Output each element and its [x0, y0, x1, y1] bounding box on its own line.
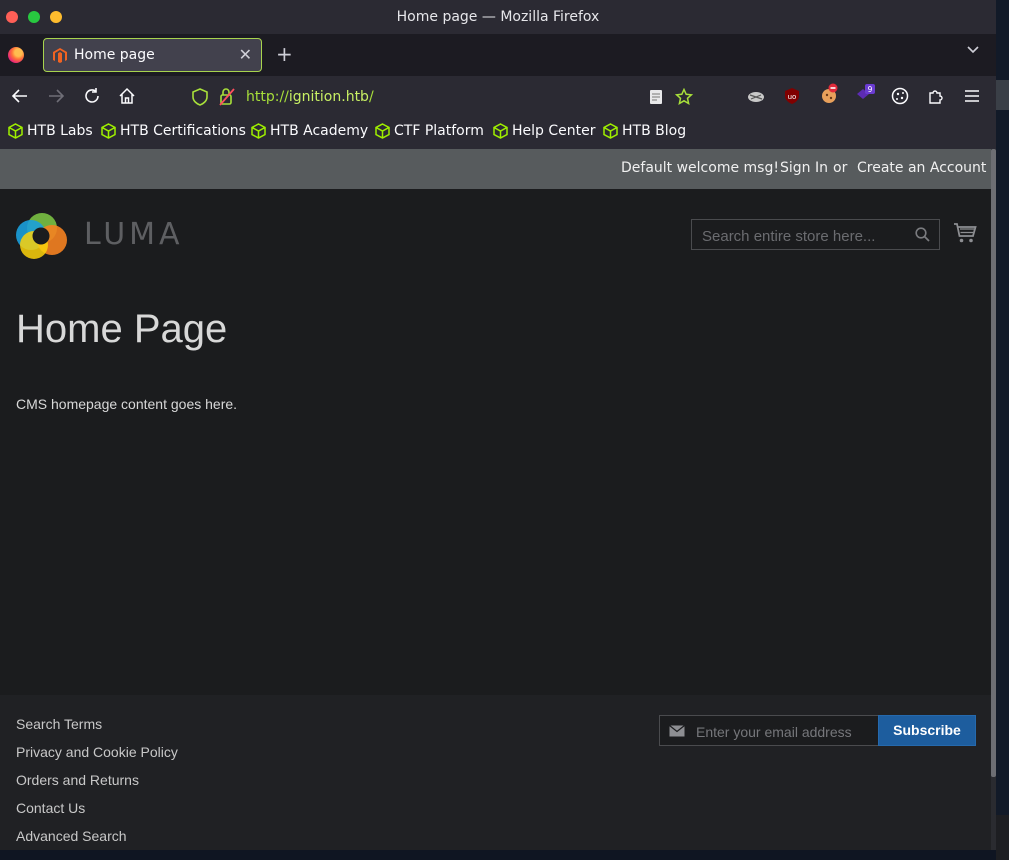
bookmark-star-icon[interactable]	[675, 88, 693, 106]
mail-icon	[669, 725, 685, 737]
cookie-autodelete-icon[interactable]	[819, 83, 839, 105]
svg-text:uo: uo	[788, 93, 797, 101]
web-page: Default welcome msg! Sign In or Create a…	[0, 149, 991, 850]
close-tab-icon[interactable]: ✕	[239, 45, 252, 64]
background-window-scrollbar	[996, 80, 1009, 110]
insecure-lock-icon[interactable]	[218, 87, 236, 107]
bookmark-ctf-platform[interactable]: CTF Platform	[375, 123, 484, 139]
url-path: /	[368, 89, 374, 105]
wappalyzer-extension-icon[interactable]: 9	[855, 82, 877, 104]
new-tab-button[interactable]: +	[276, 42, 293, 66]
bookmarks-toolbar: HTB Labs HTB Certifications HTB Academy …	[0, 118, 996, 149]
page-title: Home Page	[16, 307, 228, 351]
htb-cube-icon	[375, 123, 390, 139]
title-bar: Home page — Mozilla Firefox	[0, 0, 996, 34]
htb-cube-icon	[251, 123, 266, 139]
create-account-link[interactable]: Create an Account	[857, 160, 986, 176]
navigation-bar: http://ignition.htb/ uo 9	[0, 76, 996, 118]
store-search-box	[691, 219, 940, 250]
forward-icon[interactable]	[47, 87, 65, 105]
ublock-origin-icon[interactable]: uo	[783, 87, 801, 105]
foxyproxy-extension-icon[interactable]	[747, 87, 765, 105]
bookmark-label: HTB Blog	[622, 123, 687, 139]
list-all-tabs-icon[interactable]	[966, 45, 980, 55]
extension-badge-count: 9	[868, 85, 873, 94]
footer-link-privacy-policy[interactable]: Privacy and Cookie Policy	[16, 744, 178, 760]
newsletter-box	[659, 715, 879, 746]
bookmark-htb-academy[interactable]: HTB Academy	[251, 123, 368, 139]
reload-icon[interactable]	[83, 87, 101, 105]
htb-cube-icon	[101, 123, 116, 139]
shopping-cart-icon[interactable]	[953, 222, 977, 244]
store-header-panel: Default welcome msg! Sign In or Create a…	[0, 149, 991, 189]
page-footer: Search Terms Privacy and Cookie Policy O…	[0, 695, 991, 850]
bookmark-help-center[interactable]: Help Center	[493, 123, 596, 139]
url-text[interactable]: http://ignition.htb/	[246, 89, 374, 105]
tab-label: Home page	[74, 47, 155, 63]
application-menu-icon[interactable]	[963, 87, 981, 105]
bookmark-htb-blog[interactable]: HTB Blog	[603, 123, 686, 139]
tab-home-page[interactable]: Home page ✕	[43, 38, 262, 72]
luma-logo-text[interactable]: LUMA	[84, 217, 184, 252]
bookmark-label: HTB Academy	[270, 123, 369, 139]
htb-cube-icon	[8, 123, 23, 139]
bookmark-htb-certifications[interactable]: HTB Certifications	[101, 123, 246, 139]
firefox-window: Home page — Mozilla Firefox Home page ✕ …	[0, 0, 996, 850]
store-search-input[interactable]	[700, 224, 904, 248]
background-window-lower-edge	[996, 815, 1009, 860]
url-bar[interactable]: http://ignition.htb/	[188, 80, 726, 114]
url-host: ignition.htb	[288, 89, 369, 105]
tab-strip: Home page ✕ +	[0, 34, 996, 76]
reader-view-icon[interactable]	[649, 89, 663, 105]
background-window-edge	[996, 0, 1009, 860]
sign-in-link[interactable]: Sign In	[780, 160, 828, 176]
footer-link-search-terms[interactable]: Search Terms	[16, 716, 102, 732]
bookmark-htb-labs[interactable]: HTB Labs	[8, 123, 93, 139]
bookmark-label: CTF Platform	[394, 123, 484, 139]
firefox-logo-icon[interactable]	[8, 47, 24, 63]
footer-link-advanced-search[interactable]: Advanced Search	[16, 828, 127, 844]
url-scheme: http://	[246, 89, 289, 105]
extensions-puzzle-icon[interactable]	[927, 87, 945, 105]
footer-link-orders-returns[interactable]: Orders and Returns	[16, 772, 139, 788]
tracking-protection-shield-icon[interactable]	[192, 88, 208, 106]
bookmark-label: HTB Labs	[27, 123, 93, 139]
cms-content-text: CMS homepage content goes here.	[16, 396, 238, 412]
back-icon[interactable]	[11, 87, 29, 105]
footer-link-contact-us[interactable]: Contact Us	[16, 800, 85, 816]
bookmark-label: Help Center	[512, 123, 596, 139]
search-icon[interactable]	[915, 227, 930, 242]
home-icon[interactable]	[118, 87, 136, 105]
htb-cube-icon	[493, 123, 508, 139]
subscribe-button[interactable]: Subscribe	[878, 715, 976, 746]
luma-logo-icon[interactable]	[16, 211, 68, 261]
window-title: Home page — Mozilla Firefox	[396, 9, 600, 25]
htb-cube-icon	[603, 123, 618, 139]
cookie-editor-icon[interactable]	[891, 87, 909, 105]
or-text: or	[833, 160, 848, 176]
welcome-message: Default welcome msg!	[621, 160, 779, 176]
magento-favicon-icon	[53, 48, 67, 63]
newsletter-email-input[interactable]	[694, 720, 878, 744]
bookmark-label: HTB Certifications	[120, 123, 246, 139]
